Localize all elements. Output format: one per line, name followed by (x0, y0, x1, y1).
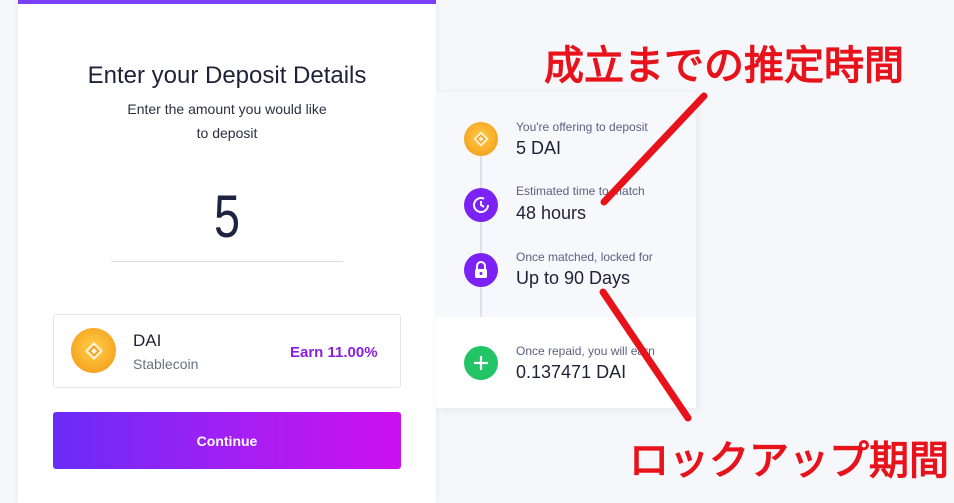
annotation-lockup-period: ロックアップ期間 (629, 438, 949, 484)
annotation-estimated-time: 成立までの推定時間 (544, 43, 904, 89)
annotation-arrow-top (600, 92, 708, 206)
annotation-arrow-bottom (599, 288, 692, 422)
